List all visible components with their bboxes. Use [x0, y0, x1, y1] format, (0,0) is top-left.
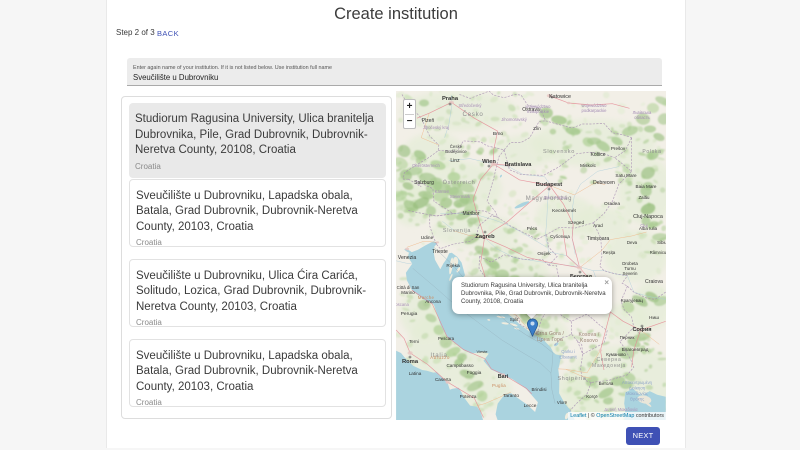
svg-text:Satu Mare: Satu Mare	[615, 173, 637, 178]
svg-text:Potenza: Potenza	[460, 394, 477, 399]
svg-text:Deva: Deva	[627, 240, 638, 245]
svg-text:Oberösterreich: Oberösterreich	[412, 163, 440, 168]
svg-text:Zagreb: Zagreb	[475, 234, 495, 240]
svg-text:Korçë: Korçë	[586, 394, 598, 399]
svg-text:Bács-Kiskun: Bács-Kiskun	[544, 195, 568, 200]
svg-text:Debrecen: Debrecen	[593, 180, 615, 186]
svg-text:Wien: Wien	[482, 159, 496, 165]
svg-text:Cluj-Napoca: Cluj-Napoca	[633, 214, 663, 220]
svg-text:Vieste: Vieste	[476, 349, 488, 354]
svg-text:Maribor: Maribor	[463, 211, 480, 217]
svg-text:Toscana: Toscana	[396, 302, 409, 307]
svg-text:Битола: Битола	[599, 381, 614, 386]
svg-text:Arad: Arad	[593, 223, 603, 228]
svg-text:Foggia: Foggia	[467, 370, 482, 376]
svg-text:Kärnten: Kärnten	[435, 189, 450, 194]
svg-text:Košice: Košice	[590, 152, 605, 158]
svg-text:Διοίκηση: Διοίκηση	[629, 386, 646, 391]
svg-text:Timișoara: Timișoara	[587, 236, 610, 242]
svg-text:Budapest: Budapest	[536, 182, 562, 188]
svg-text:область: область	[634, 115, 650, 120]
svg-text:Zalău: Zalău	[639, 195, 651, 200]
svg-text:Polska: Polska	[642, 149, 661, 155]
svg-text:Perugia: Perugia	[401, 311, 418, 317]
svg-text:Osijek: Osijek	[537, 251, 551, 257]
svg-text:Kosovo: Kosovo	[580, 338, 598, 344]
svg-text:Taranto: Taranto	[503, 393, 519, 399]
svg-text:Црна Гора: Црна Гора	[537, 337, 563, 343]
svg-text:Baia Mare: Baia Mare	[636, 184, 657, 189]
svg-text:Суботица: Суботица	[550, 234, 570, 239]
svg-text:Jihomoravský: Jihomoravský	[501, 117, 528, 122]
svg-text:Terni: Terni	[409, 339, 419, 344]
svg-text:Venezia: Venezia	[398, 255, 417, 261]
svg-text:Brindisi: Brindisi	[531, 387, 546, 392]
svg-text:Македонија: Македонија	[592, 363, 626, 369]
svg-text:Plzeň: Plzeň	[422, 118, 435, 124]
svg-text:Marino: Marino	[401, 290, 415, 295]
svg-text:Abruzzo: Abruzzo	[430, 355, 450, 360]
svg-text:Bratislava: Bratislava	[505, 162, 533, 168]
svg-text:Ниш: Ниш	[649, 315, 659, 321]
svg-text:Středočeský: Středočeský	[458, 103, 482, 108]
svg-text:Крагујевац: Крагујевац	[621, 298, 643, 303]
svg-text:Благоевград: Благоевград	[622, 347, 649, 352]
svg-text:Salzburg: Salzburg	[414, 180, 434, 186]
svg-text:Pescara: Pescara	[438, 336, 455, 341]
svg-text:Куманово: Куманово	[606, 352, 626, 357]
svg-text:podkarpackie: podkarpackie	[582, 108, 608, 113]
svg-text:Caserta: Caserta	[435, 377, 452, 382]
svg-text:Česko: Česko	[462, 111, 483, 118]
svg-text:Budějovice: Budějovice	[445, 149, 467, 154]
svg-text:Zlín: Zlín	[533, 126, 541, 131]
svg-text:Shqipëria: Shqipëria	[557, 376, 586, 382]
svg-text:Steiermark: Steiermark	[450, 194, 471, 199]
svg-text:Slovensko: Slovensko	[543, 149, 575, 155]
svg-text:Severin: Severin	[623, 271, 638, 276]
svg-text:Vlorë: Vlorë	[557, 400, 568, 405]
svg-text:Oradea: Oradea	[604, 201, 620, 207]
svg-text:Перник: Перник	[620, 335, 635, 340]
svg-text:Roma: Roma	[402, 359, 419, 365]
svg-text:Jihočeský kraj: Jihočeský kraj	[423, 125, 449, 130]
svg-text:Prešov: Prešov	[611, 146, 626, 151]
svg-text:Latina: Latina	[409, 371, 422, 376]
svg-text:Θράκης: Θράκης	[630, 397, 645, 402]
svg-text:Pécs: Pécs	[527, 226, 538, 232]
svg-text:Linz: Linz	[450, 158, 460, 164]
svg-text:Puglia: Puglia	[492, 383, 506, 388]
svg-text:Praha: Praha	[442, 96, 459, 102]
svg-text:Lecce: Lecce	[524, 403, 537, 409]
svg-text:Râmnicu: Râmnicu	[650, 250, 666, 255]
svg-text:Rijeka: Rijeka	[446, 263, 460, 269]
svg-text:małopolskie: małopolskie	[527, 109, 550, 114]
svg-text:Elbasanit: Elbasanit	[559, 355, 577, 360]
svg-text:Μακεδονίας: Μακεδονίας	[626, 391, 648, 396]
svg-text:Campobasso: Campobasso	[446, 363, 474, 368]
svg-text:Miskolc: Miskolc	[580, 163, 597, 169]
svg-text:Marche: Marche	[418, 295, 435, 300]
svg-text:Cluj: Cluj	[640, 223, 647, 228]
svg-text:Craiova: Craiova	[645, 279, 663, 285]
svg-text:Trieste: Trieste	[432, 249, 448, 255]
svg-text:Katowice: Katowice	[549, 94, 571, 100]
svg-text:Szeged: Szeged	[568, 220, 585, 226]
svg-text:Brno: Brno	[493, 131, 503, 137]
svg-text:Qarku i: Qarku i	[561, 349, 575, 354]
svg-text:Bari: Bari	[498, 374, 509, 380]
svg-text:Kecskemét: Kecskemét	[552, 208, 576, 214]
svg-text:Reșița: Reșița	[603, 250, 616, 255]
svg-text:Österreich: Österreich	[443, 179, 476, 186]
svg-text:Udine: Udine	[421, 235, 434, 241]
svg-text:Αποκεντρωμένη: Αποκεντρωμένη	[622, 380, 653, 385]
svg-text:Sibiu: Sibiu	[657, 240, 666, 245]
svg-text:Slovenija: Slovenija	[443, 228, 471, 234]
svg-text:Split: Split	[510, 317, 519, 322]
